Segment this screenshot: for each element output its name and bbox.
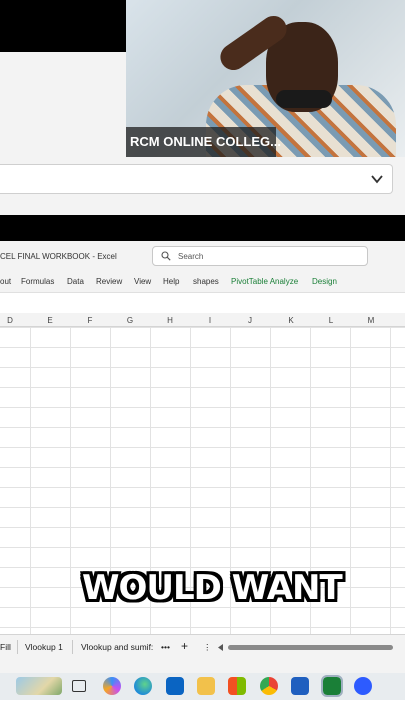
tab-review[interactable]: Review (96, 277, 122, 286)
ribbon-tabs: out Formulas Data Review View Help shape… (0, 271, 405, 293)
chevron-down-icon[interactable] (370, 172, 384, 186)
column-headers: D E F G H I J K L M (0, 313, 405, 327)
scrollbar-thumb[interactable] (228, 645, 393, 650)
status-bar (0, 658, 405, 673)
column-header[interactable]: F (70, 316, 110, 325)
tab-formulas[interactable]: Formulas (21, 277, 54, 286)
file-explorer-icon[interactable] (197, 677, 215, 695)
copilot-icon[interactable] (103, 677, 121, 695)
participant-name: RCM ONLINE COLLEG... (126, 127, 281, 157)
black-divider (0, 215, 405, 241)
tab-design[interactable]: Design (312, 277, 337, 286)
outlook-icon[interactable] (166, 677, 184, 695)
bottom-bar (0, 700, 405, 720)
excel-titlebar: CEL FINAL WORKBOOK - Excel Search (0, 241, 405, 271)
tab-data[interactable]: Data (67, 277, 84, 286)
column-header[interactable]: L (311, 316, 351, 325)
tab-help[interactable]: Help (163, 277, 179, 286)
excel-icon[interactable] (321, 675, 343, 697)
black-panel (0, 0, 126, 52)
sheet-tab-bar: Fill Vlookup 1 Vlookup and sumif: ••• + … (0, 634, 405, 658)
options-button[interactable]: ⋮ (203, 642, 212, 653)
horizontal-scrollbar[interactable] (218, 643, 398, 651)
column-header[interactable]: M (351, 316, 391, 325)
sheet-tab-vlookup-and-sumif[interactable]: Vlookup and sumif: (81, 642, 153, 652)
word-icon[interactable] (291, 677, 309, 695)
column-header[interactable]: J (230, 316, 270, 325)
sheet-tab-vlookup-1[interactable]: Vlookup 1 (25, 642, 63, 652)
column-header[interactable]: E (30, 316, 70, 325)
edge-icon[interactable] (134, 677, 152, 695)
tab-view[interactable]: View (134, 277, 151, 286)
column-header[interactable]: G (110, 316, 150, 325)
search-box[interactable]: Search (152, 246, 368, 266)
chrome-icon[interactable] (260, 677, 278, 695)
meeting-area: RCM ONLINE COLLEG... (0, 0, 405, 215)
more-sheets-button[interactable]: ••• (161, 642, 170, 652)
task-view-icon[interactable] (72, 680, 86, 692)
dropdown-field[interactable] (0, 164, 393, 194)
zoom-icon[interactable] (354, 677, 372, 695)
scroll-left-icon[interactable] (218, 644, 224, 651)
column-header[interactable]: I (190, 316, 230, 325)
column-header[interactable]: K (271, 316, 311, 325)
column-header[interactable]: D (0, 316, 30, 325)
search-placeholder: Search (178, 252, 204, 261)
widgets-icon[interactable] (16, 677, 62, 695)
store-icon[interactable] (228, 677, 246, 695)
search-icon (161, 251, 171, 261)
window-title: CEL FINAL WORKBOOK - Excel (0, 252, 117, 261)
windows-taskbar (0, 673, 405, 700)
video-caption: WOULD WANT (82, 568, 343, 608)
add-sheet-button[interactable]: + (181, 639, 188, 653)
tab-pivottable-analyze[interactable]: PivotTable Analyze (231, 277, 298, 286)
column-header[interactable]: H (150, 316, 190, 325)
excel-window: CEL FINAL WORKBOOK - Excel Search out Fo… (0, 241, 405, 673)
tab-shapes[interactable]: shapes (193, 277, 219, 286)
video-headset (276, 90, 332, 108)
sheet-tab-fill[interactable]: Fill (0, 642, 11, 652)
tab-layout[interactable]: out (0, 277, 11, 286)
formula-area (0, 293, 405, 313)
tab-separator (72, 640, 73, 654)
participant-video[interactable]: RCM ONLINE COLLEG... (126, 0, 405, 157)
tab-separator (17, 640, 18, 654)
